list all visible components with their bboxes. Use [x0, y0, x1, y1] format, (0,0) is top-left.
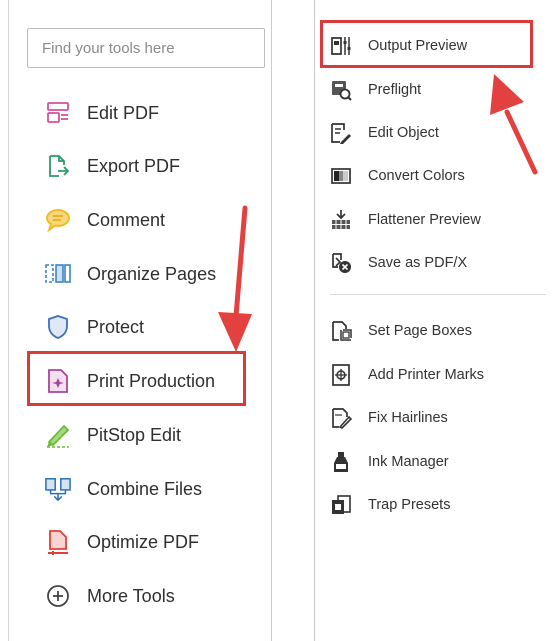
annotation-arrows — [218, 74, 538, 352]
arrow-to-print-production — [218, 205, 252, 352]
arrow-to-output-preview — [490, 74, 538, 175]
